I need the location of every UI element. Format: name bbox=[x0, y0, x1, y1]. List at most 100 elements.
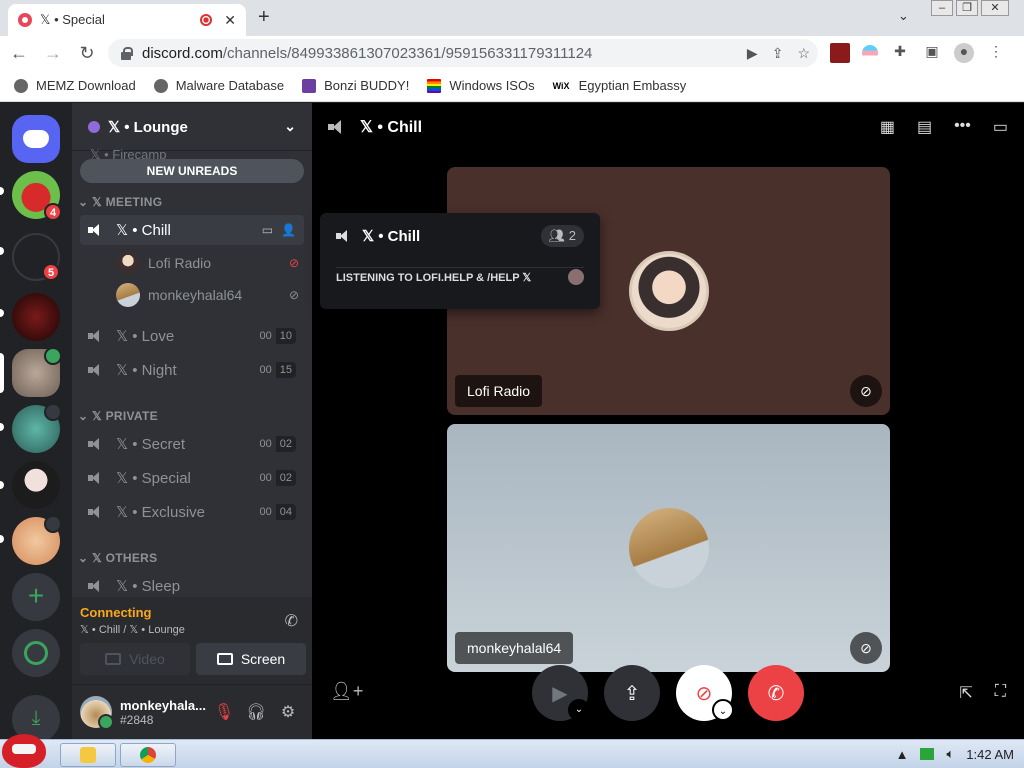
voice-user-name: Lofi Radio bbox=[148, 255, 212, 271]
channel-night[interactable]: 𝕏 • Night 00 15 bbox=[80, 355, 304, 385]
profile-icon[interactable]: ● bbox=[954, 43, 974, 63]
add-server-icon[interactable]: + bbox=[12, 573, 60, 621]
chevron-down-icon[interactable]: ⌄ bbox=[568, 699, 590, 721]
connection-status[interactable]: Connecting bbox=[80, 605, 152, 620]
flag-extension-icon[interactable] bbox=[862, 45, 878, 61]
tab-search-chevron-icon[interactable]: ⌄ bbox=[898, 8, 909, 24]
voice-user-lofi-radio[interactable]: Lofi Radio ⊘ bbox=[116, 249, 304, 277]
video-button[interactable]: Video bbox=[80, 643, 190, 675]
user-info[interactable]: monkeyhala... #2848 bbox=[120, 698, 208, 727]
chrome-icon bbox=[140, 747, 156, 763]
settings-gear-icon[interactable]: ⚙ bbox=[272, 702, 304, 722]
hang-up-icon: ✆ bbox=[767, 682, 785, 705]
explore-servers-icon[interactable] bbox=[12, 629, 60, 677]
forward-button[interactable]: → bbox=[38, 43, 68, 64]
channel-label: 𝕏 • Special bbox=[116, 470, 191, 487]
address-bar[interactable]: discord.com/channels/849933861307023361/… bbox=[108, 39, 818, 67]
fullscreen-icon[interactable]: ⛶ bbox=[995, 683, 1006, 703]
avatar bbox=[628, 508, 709, 588]
channel-special[interactable]: 𝕏 • Special 00 02 bbox=[80, 463, 304, 493]
server-header[interactable]: 𝕏 • Lounge ⌄ bbox=[72, 103, 312, 151]
side-panel-icon[interactable]: ▣ bbox=[922, 43, 942, 63]
chat-icon[interactable]: ▭ bbox=[262, 223, 273, 237]
bookmark-star-icon[interactable]: ☆ bbox=[797, 45, 810, 62]
taskbar: ▲ 🔈︎ 1:42 AM bbox=[0, 734, 1024, 768]
bookmark-egyptian-embassy[interactable]: WiX Egyptian Embassy bbox=[553, 78, 687, 93]
server-orange[interactable] bbox=[12, 515, 62, 565]
more-dots-icon[interactable]: ••• bbox=[954, 117, 971, 137]
server-lounge[interactable] bbox=[12, 347, 62, 397]
bookmark-memz[interactable]: MEMZ Download bbox=[14, 78, 136, 93]
new-unreads-button[interactable]: NEW UNREADS bbox=[80, 159, 304, 183]
server-dark-red[interactable] bbox=[12, 293, 60, 341]
category-private[interactable]: ⌄ 𝕏 PRIVATE bbox=[78, 409, 158, 423]
mute-mic-icon[interactable]: 🎙︎ bbox=[208, 702, 240, 722]
call-channel-title: 𝕏 • Chill bbox=[360, 119, 423, 136]
discord-app: 4 5 + ⤓ 𝕏 • Lounge ⌄ 𝕏 • Firecamp NEW UN… bbox=[0, 103, 1024, 743]
browser-tab-bar: 𝕏 • Special ✕ + ⌄ – ❐ ✕ bbox=[0, 0, 1024, 36]
disconnect-icon[interactable]: ✆ bbox=[285, 611, 298, 631]
unread-pill bbox=[0, 187, 4, 195]
speaker-icon bbox=[88, 579, 106, 593]
start-button-icon[interactable] bbox=[2, 734, 46, 768]
clock[interactable]: 1:42 AM bbox=[966, 747, 1014, 762]
inbox-icon[interactable]: ▤ bbox=[917, 117, 932, 137]
back-button[interactable]: ← bbox=[4, 43, 34, 64]
server-horned[interactable]: 5 bbox=[12, 233, 60, 281]
avatar bbox=[116, 283, 140, 307]
speaker-icon bbox=[44, 347, 62, 365]
stage-icon bbox=[44, 403, 62, 421]
discord-home-icon[interactable] bbox=[12, 115, 60, 163]
maximize-button[interactable]: ❐ bbox=[956, 0, 978, 16]
bookmark-malware-database[interactable]: Malware Database bbox=[153, 78, 284, 93]
reload-button[interactable]: ↻ bbox=[72, 43, 102, 64]
grid-layout-icon[interactable]: ▦ bbox=[880, 117, 895, 137]
share-icon[interactable]: ⇪ bbox=[772, 45, 784, 62]
chevron-down-icon[interactable]: ⌄ bbox=[712, 699, 734, 721]
new-tab-button[interactable]: + bbox=[258, 6, 270, 29]
channel-chill[interactable]: 𝕏 • Chill ▭ 👤 bbox=[80, 215, 304, 245]
puzzle-icon[interactable]: ✚ bbox=[890, 43, 910, 63]
partially-hidden-channel[interactable]: 𝕏 • Firecamp bbox=[80, 147, 304, 159]
extension-505-icon[interactable] bbox=[830, 43, 850, 63]
leave-call-button[interactable]: ✆ bbox=[748, 665, 804, 721]
taskbar-explorer-button[interactable] bbox=[60, 743, 116, 767]
close-window-button[interactable]: ✕ bbox=[981, 0, 1009, 16]
category-others[interactable]: ⌄ 𝕏 OTHERS bbox=[78, 551, 157, 565]
network-icon[interactable] bbox=[920, 748, 935, 760]
tab-close-button[interactable]: ✕ bbox=[224, 12, 236, 29]
muted-mic-icon: ⊘ bbox=[288, 288, 300, 302]
channel-exclusive[interactable]: 𝕏 • Exclusive 00 04 bbox=[80, 497, 304, 527]
server-angry-bird[interactable]: 4 bbox=[12, 171, 62, 221]
chat-icon[interactable]: ▭ bbox=[993, 117, 1008, 137]
participant-tile[interactable]: monkeyhalal64 ⊘ bbox=[447, 424, 890, 672]
speaker-icon bbox=[88, 437, 106, 451]
menu-dots-icon[interactable]: ⋮ bbox=[986, 43, 1006, 63]
popout-icon[interactable]: ⇱ bbox=[959, 683, 972, 703]
minimize-button[interactable]: – bbox=[931, 0, 953, 16]
activity-text: LISTENING TO LOFI.HELP & /HELP 𝕏 bbox=[336, 272, 532, 284]
discord-favicon-icon bbox=[18, 13, 32, 27]
screen-share-button[interactable]: ⇪ bbox=[604, 665, 660, 721]
voice-user-name: monkeyhalal64 bbox=[148, 287, 243, 303]
voice-user-monkeyhalal64[interactable]: monkeyhalal64 ⊘ bbox=[116, 281, 304, 309]
avatar[interactable] bbox=[80, 696, 114, 730]
category-meeting[interactable]: ⌄ 𝕏 MEETING bbox=[78, 195, 162, 209]
channel-secret[interactable]: 𝕏 • Secret 00 02 bbox=[80, 429, 304, 459]
bookmark-bonzi[interactable]: Bonzi BUDDY! bbox=[302, 78, 409, 93]
popout-title: 𝕏 • Chill bbox=[362, 228, 421, 245]
channel-love[interactable]: 𝕏 • Love 00 10 bbox=[80, 321, 304, 351]
invite-icon[interactable]: 👤 bbox=[281, 223, 296, 237]
connection-channel[interactable]: 𝕏 • Chill / 𝕏 • Lounge bbox=[80, 623, 185, 636]
server-anime[interactable] bbox=[12, 461, 60, 509]
taskbar-chrome-button[interactable] bbox=[120, 743, 176, 767]
button-label: Screen bbox=[240, 651, 286, 667]
volume-icon[interactable]: 🔈︎ bbox=[946, 746, 954, 762]
screen-share-button[interactable]: Screen bbox=[196, 643, 306, 675]
bookmark-windows-isos[interactable]: Windows ISOs bbox=[427, 78, 535, 93]
headphones-icon[interactable]: 🎧︎ bbox=[240, 702, 272, 722]
camera-icon[interactable]: ▶ bbox=[747, 45, 758, 62]
tray-expand-icon[interactable]: ▲ bbox=[896, 747, 909, 762]
server-teal[interactable] bbox=[12, 403, 62, 453]
browser-tab[interactable]: 𝕏 • Special ✕ bbox=[8, 4, 246, 36]
